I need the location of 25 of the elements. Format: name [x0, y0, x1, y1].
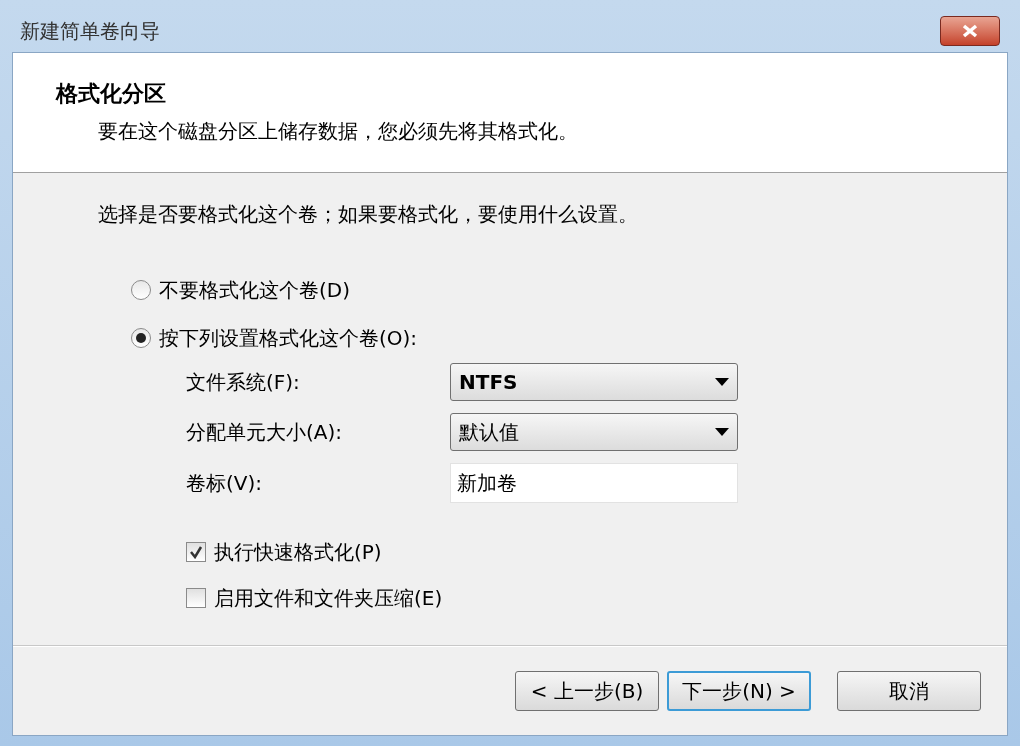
- window-title: 新建简单卷向导: [20, 18, 160, 45]
- page-title: 格式化分区: [56, 80, 167, 108]
- radio-label: 不要格式化这个卷(D): [159, 277, 350, 304]
- close-icon: [961, 24, 979, 38]
- field-label: 文件系统(F):: [186, 369, 301, 396]
- radio-button[interactable]: [131, 280, 151, 300]
- instruction-text: 选择是否要格式化这个卷；如果要格式化，要使用什么设置。: [98, 201, 639, 228]
- field-label: 卷标(V):: [186, 470, 264, 497]
- checkbox-label: 启用文件和文件夹压缩(E): [214, 585, 443, 612]
- checkbox-label: 执行快速格式化(P): [214, 539, 382, 566]
- checkbox[interactable]: [186, 588, 206, 608]
- radio-button[interactable]: [131, 328, 151, 348]
- dialog-button[interactable]: < 上一步(B): [515, 671, 659, 711]
- close-button[interactable]: [940, 16, 1000, 46]
- dialog-button[interactable]: 下一步(N) >: [667, 671, 811, 711]
- input-field[interactable]: 新加卷: [450, 463, 738, 503]
- dropdown[interactable]: 默认值: [450, 413, 738, 451]
- dialog-button[interactable]: 取消: [837, 671, 981, 711]
- caret-icon: [715, 378, 729, 386]
- caret-icon: [715, 428, 729, 436]
- checkbox[interactable]: [186, 542, 206, 562]
- page-subtitle: 要在这个磁盘分区上储存数据，您必须先将其格式化。: [97, 118, 579, 145]
- dropdown[interactable]: NTFS: [450, 363, 738, 401]
- radio-label: 按下列设置格式化这个卷(O):: [159, 325, 418, 352]
- field-label: 分配单元大小(A):: [186, 419, 344, 446]
